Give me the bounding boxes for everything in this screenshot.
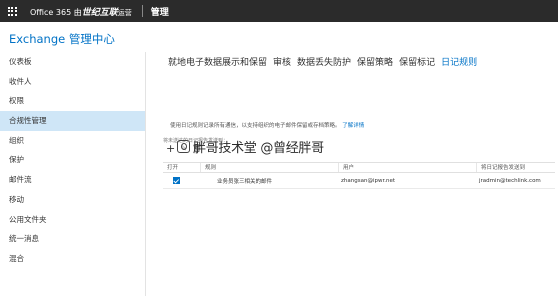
add-icon[interactable]: + — [166, 143, 175, 155]
watermark-text: 胖哥技术堂 @曾经胖哥 — [193, 141, 324, 156]
tab-journal-rules[interactable]: 日记规则 — [441, 55, 477, 68]
tab-in-place-ediscovery-hold[interactable]: 就地电子数据展示和保留 — [168, 55, 267, 68]
brand-operated: 运营 — [117, 8, 132, 17]
column-header-on[interactable]: 打开 — [163, 163, 201, 172]
waffle-icon — [7, 6, 17, 16]
sidebar-item-protection[interactable]: 保护 — [0, 150, 145, 170]
sidebar-item-public-folders[interactable]: 公用文件夹 — [0, 210, 145, 230]
page-title: Exchange 管理中心 — [9, 32, 115, 46]
description-text: 使用日记规则记录所有通信，以支持组织的电子邮件保留或存档策略。 — [170, 123, 341, 129]
table-header: 打开 规则 用户 将日记报告发送到 — [163, 162, 555, 173]
tab-retention-tags[interactable]: 保留标记 — [399, 55, 435, 68]
watermark-logo-icon — [177, 140, 190, 153]
sidebar-item-compliance-management[interactable]: 合规性管理 — [0, 111, 145, 131]
watermark: 胖哥技术堂 @曾经胖哥 — [177, 137, 324, 156]
rule-user-cell: zhangsan@ipwr.net — [341, 177, 395, 184]
column-header-user[interactable]: 用户 — [339, 163, 477, 172]
journal-rules-description: 使用日记规则记录所有通信，以支持组织的电子邮件保留或存档策略。 了解详情 — [170, 121, 364, 129]
rule-name-cell: 业务员张三相关的邮件 — [217, 178, 273, 185]
learn-more-link[interactable]: 了解详情 — [342, 123, 364, 129]
tab-auditing[interactable]: 审核 — [273, 55, 291, 68]
column-header-send-to[interactable]: 将日记报告发送到 — [477, 163, 555, 172]
rule-enabled-checkbox[interactable] — [173, 177, 180, 184]
brand-21vianet: 世纪互联 — [81, 7, 118, 18]
column-header-rule[interactable]: 规则 — [201, 163, 339, 172]
brand-logo[interactable]: Office 365 由世纪互联运营 — [30, 5, 132, 18]
sidebar-item-dashboard[interactable]: 仪表板 — [0, 52, 145, 72]
sidebar-item-unified-messaging[interactable]: 统一消息 — [0, 229, 145, 249]
compliance-tabs: 就地电子数据展示和保留 审核 数据丢失防护 保留策略 保留标记 日记规则 — [168, 55, 483, 68]
tab-retention-policies[interactable]: 保留策略 — [357, 55, 393, 68]
app-launcher-button[interactable] — [0, 0, 24, 22]
sidebar-item-recipients[interactable]: 收件人 — [0, 72, 145, 92]
sidebar-item-mobile[interactable]: 移动 — [0, 190, 145, 210]
table-row[interactable]: 业务员张三相关的邮件 zhangsan@ipwr.net jradmin@tec… — [163, 173, 555, 189]
tab-data-loss-prevention[interactable]: 数据丢失防护 — [297, 55, 351, 68]
top-bar: Office 365 由世纪互联运营 管理 — [0, 0, 558, 22]
sidebar-item-organization[interactable]: 组织 — [0, 131, 145, 151]
brand-office365: Office 365 由 — [30, 7, 82, 17]
journal-rules-table: 打开 规则 用户 将日记报告发送到 业务员张三相关的邮件 zhangsan@ip… — [163, 162, 555, 189]
admin-link[interactable]: 管理 — [151, 5, 169, 18]
rule-send-to-cell: jradmin@techlink.com — [479, 177, 541, 184]
sidebar-item-hybrid[interactable]: 混合 — [0, 249, 145, 269]
sidebar-item-permissions[interactable]: 权限 — [0, 91, 145, 111]
topbar-divider — [141, 5, 143, 17]
sidebar-item-mail-flow[interactable]: 邮件流 — [0, 170, 145, 190]
sidebar-nav: 仪表板 收件人 权限 合规性管理 组织 保护 邮件流 移动 公用文件夹 统一消息… — [0, 52, 146, 296]
